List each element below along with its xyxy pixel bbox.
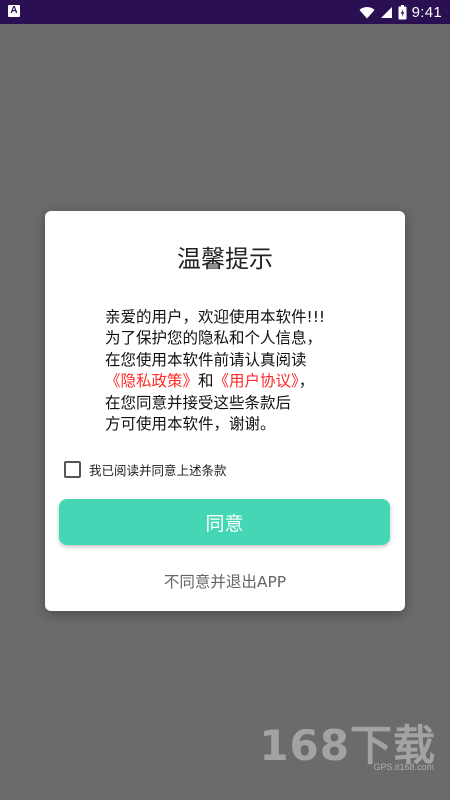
status-icons: 9:41 xyxy=(359,0,442,24)
message-line: 为了保护您的隐私和个人信息， xyxy=(105,329,323,348)
site-watermark: 168下载 GPS.it168.com xyxy=(250,712,440,782)
and-text: 和 xyxy=(198,372,214,391)
message-line: 亲爱的用户，欢迎使用本软件!!! xyxy=(105,308,326,326)
comma-text: ， xyxy=(298,372,315,391)
status-bar: A 9:41 xyxy=(0,0,450,24)
android-notification-icon: A xyxy=(8,5,20,17)
agree-terms-checkbox[interactable] xyxy=(64,460,81,478)
message-line: 在您使用本软件前请认真阅读 xyxy=(105,350,307,369)
battery-icon xyxy=(398,4,407,19)
wifi-icon xyxy=(359,6,375,19)
dialog-title: 温馨提示 xyxy=(177,245,273,273)
disagree-exit-link[interactable]: 不同意并退出APP xyxy=(45,570,405,592)
message-line: 方可使用本软件，谢谢。 xyxy=(105,415,276,434)
watermark-logo-text: 168下载 xyxy=(259,721,436,770)
message-line: 在您同意并接受这些条款后 xyxy=(105,393,292,412)
agree-button[interactable]: 同意 xyxy=(59,499,390,545)
status-time: 9:41 xyxy=(411,3,442,21)
message-line-links: 《隐私政策》和《用户协议》， xyxy=(105,371,365,392)
watermark-url: GPS.it168.com xyxy=(373,762,434,772)
privacy-dialog: 温馨提示 亲爱的用户，欢迎使用本软件!!! 为了保护您的隐私和个人信息， 在您使… xyxy=(45,211,405,611)
privacy-policy-link[interactable]: 《隐私政策》 xyxy=(105,372,198,390)
agree-terms-label[interactable]: 我已阅读并同意上述条款 xyxy=(89,460,227,479)
signal-icon xyxy=(380,6,392,18)
user-agreement-link[interactable]: 《用户协议》 xyxy=(214,372,299,390)
agree-terms-row[interactable]: 我已阅读并同意上述条款 xyxy=(64,460,227,478)
dialog-message: 亲爱的用户，欢迎使用本软件!!! 为了保护您的隐私和个人信息， 在您使用本软件前… xyxy=(105,307,365,435)
